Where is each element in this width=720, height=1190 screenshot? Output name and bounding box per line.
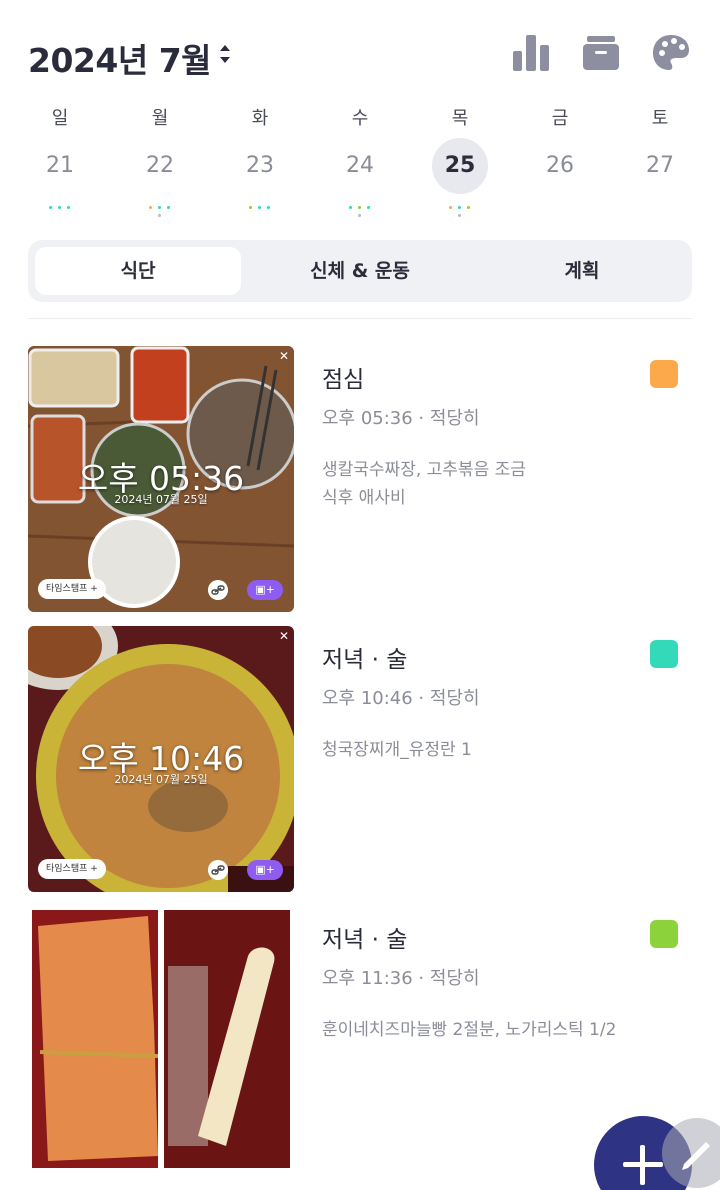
weekday-label: 화 <box>251 108 269 129</box>
meal-entry[interactable]: 오후 10:46 2024년 07월 25일 타임스탬프 + ▣+ ✕ 저녁 ·… <box>28 626 692 892</box>
meal-color-tag <box>650 640 678 668</box>
archive-box-icon[interactable] <box>582 32 620 72</box>
meal-description: 생칼국수짜장, 고추볶음 조금 식후 애사비 <box>322 456 652 512</box>
link-icon[interactable] <box>208 860 228 880</box>
meal-meta: 오후 10:46 · 적당히 <box>322 688 480 709</box>
weekday-label: 월 <box>151 108 169 129</box>
meal-description-line: 생칼국수짜장, 고추볶음 조금 <box>322 460 526 480</box>
link-icon[interactable] <box>208 580 228 600</box>
meal-color-tag <box>650 360 678 388</box>
close-icon[interactable]: ✕ <box>277 629 291 643</box>
photo-timestamp-date: 2024년 07월 25일 <box>114 773 208 786</box>
meal-dots <box>410 206 510 217</box>
meal-meta: 오후 05:36 · 적당히 <box>322 408 480 429</box>
close-icon[interactable]: ✕ <box>277 349 291 363</box>
meal-description: 청국장찌개_유정란 1 <box>322 736 652 764</box>
meal-color-tag <box>650 920 678 948</box>
divider <box>28 318 692 319</box>
timestamp-chip[interactable]: 타임스탬프 + <box>38 859 106 879</box>
meal-photo[interactable]: 오후 05:36 2024년 07월 25일 타임스탬프 + ▣+ ✕ <box>28 346 294 612</box>
meal-title: 저녁 · 술 <box>322 647 408 673</box>
add-photo-icon[interactable]: ▣+ <box>247 860 283 880</box>
meal-description-line: 식후 애사비 <box>322 488 406 508</box>
date-number: 23 <box>246 153 274 178</box>
meal-entry[interactable]: 저녁 · 술 오후 11:36 · 적당히 훈이네치즈마늘빵 2절분, 노가리스… <box>28 906 692 1172</box>
meal-meta: 오후 11:36 · 적당히 <box>322 968 480 989</box>
date-number: 21 <box>46 153 74 178</box>
meal-description-line: 훈이네치즈마늘빵 2절분, 노가리스틱 1/2 <box>322 1020 617 1040</box>
edit-button[interactable] <box>662 1118 720 1188</box>
meal-title: 저녁 · 술 <box>322 927 408 953</box>
date-number: 26 <box>546 153 574 178</box>
tab-plan[interactable]: 계획 <box>479 247 685 295</box>
month-picker-chevron-icon[interactable] <box>218 42 232 66</box>
meal-photo[interactable]: 오후 10:46 2024년 07월 25일 타임스탬프 + ▣+ ✕ <box>28 626 294 892</box>
tab-body-exercise[interactable]: 신체 & 운동 <box>257 247 463 295</box>
meal-description-line: 청국장찌개_유정란 1 <box>322 740 472 760</box>
weekday-label: 목 <box>451 108 469 129</box>
date-cell[interactable]: 27 <box>610 138 710 228</box>
date-cell[interactable]: 21 <box>10 138 110 228</box>
meal-title: 점심 <box>322 367 365 393</box>
date-number: 27 <box>646 153 674 178</box>
pencil-icon <box>682 1142 710 1170</box>
meal-dots <box>310 206 410 217</box>
weekday-label: 일 <box>51 108 69 129</box>
date-number: 25 <box>432 138 488 194</box>
date-row: 21 22 23 24 25 26 27 <box>10 138 710 228</box>
calendar-header: 2024년 7월 <box>28 30 692 80</box>
date-cell[interactable]: 23 <box>210 138 310 228</box>
date-cell-selected[interactable]: 25 <box>410 138 510 228</box>
date-number: 22 <box>146 153 174 178</box>
date-cell[interactable]: 24 <box>310 138 410 228</box>
meal-photo[interactable] <box>28 906 294 1172</box>
meal-dots <box>110 206 210 217</box>
weekday-label: 금 <box>551 108 569 129</box>
month-title[interactable]: 2024년 7월 <box>28 34 212 82</box>
date-number: 24 <box>346 153 374 178</box>
photo-timestamp-date: 2024년 07월 25일 <box>114 493 208 506</box>
bar-chart-icon[interactable] <box>512 32 550 72</box>
segmented-tabs: 식단 신체 & 운동 계획 <box>28 240 692 302</box>
weekday-label: 토 <box>651 108 669 129</box>
tab-diet[interactable]: 식단 <box>35 247 241 295</box>
meal-entry[interactable]: 오후 05:36 2024년 07월 25일 타임스탬프 + ▣+ ✕ 점심 오… <box>28 346 692 612</box>
meal-description: 훈이네치즈마늘빵 2절분, 노가리스틱 1/2 <box>322 1016 652 1044</box>
timestamp-chip[interactable]: 타임스탬프 + <box>38 579 106 599</box>
palette-icon[interactable] <box>652 32 690 72</box>
meal-dots <box>210 206 310 214</box>
meal-dots <box>10 206 110 214</box>
weekday-row: 일 월 화 수 목 금 토 <box>10 104 710 134</box>
meal-photo-image <box>28 906 294 1172</box>
date-cell[interactable]: 22 <box>110 138 210 228</box>
add-photo-icon[interactable]: ▣+ <box>247 580 283 600</box>
weekday-label: 수 <box>351 108 369 129</box>
date-cell[interactable]: 26 <box>510 138 610 228</box>
